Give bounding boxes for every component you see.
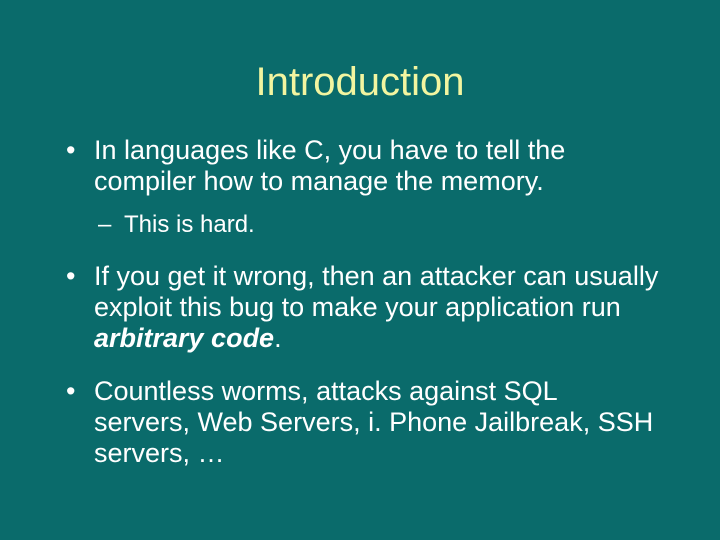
sub-bullet-list: This is hard. <box>94 211 660 239</box>
slide: Introduction In languages like C, you ha… <box>0 0 720 540</box>
slide-body: In languages like C, you have to tell th… <box>0 135 720 469</box>
bullet-text-emph: arbitrary code <box>94 323 274 353</box>
bullet-text-post: . <box>274 323 282 353</box>
bullet-text-pre: If you get it wrong, then an attacker ca… <box>94 261 658 322</box>
bullet-text: In languages like C, you have to tell th… <box>94 135 565 196</box>
slide-title: Introduction <box>0 0 720 135</box>
sub-bullet-text: This is hard. <box>124 211 255 238</box>
bullet-item-1: In languages like C, you have to tell th… <box>60 135 660 239</box>
sub-bullet-item: This is hard. <box>94 211 660 239</box>
bullet-item-3: Countless worms, attacks against SQL ser… <box>60 376 660 469</box>
bullet-text: Countless worms, attacks against SQL ser… <box>94 376 653 468</box>
bullet-list: In languages like C, you have to tell th… <box>60 135 660 469</box>
bullet-item-2: If you get it wrong, then an attacker ca… <box>60 261 660 354</box>
